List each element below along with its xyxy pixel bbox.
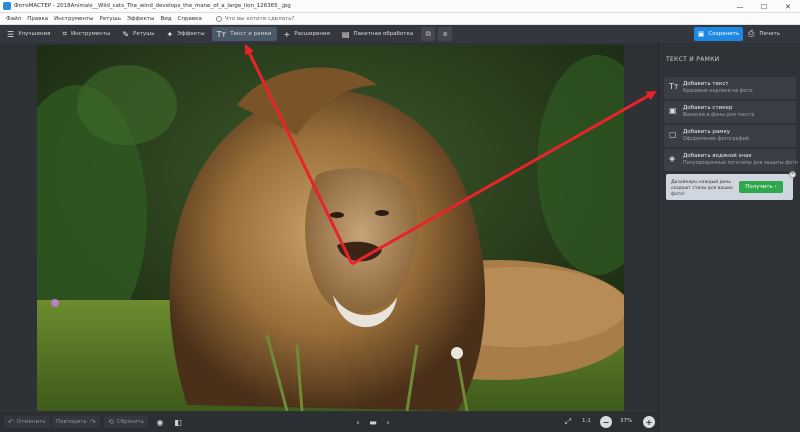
help-search-text: Что вы хотите сделать? bbox=[224, 15, 295, 22]
reset-label: Сбросить bbox=[116, 419, 145, 425]
prev-icon[interactable]: ‹ bbox=[352, 416, 364, 428]
brush-icon: ✎ bbox=[122, 29, 130, 39]
tab-batch[interactable]: ▤ Пакетная обработка bbox=[337, 27, 418, 41]
tab-label: Эффекты bbox=[177, 31, 205, 37]
text-frames-panel: ТЕКСТ И РАМКИ Tт Добавить текст Красивые… bbox=[658, 43, 800, 432]
tab-label: Текст и рамки bbox=[230, 31, 272, 37]
reset-icon: ⟲ bbox=[108, 418, 114, 426]
panel-title: ТЕКСТ И РАМКИ bbox=[666, 56, 720, 63]
next-icon[interactable]: › bbox=[382, 416, 394, 428]
add-text-item[interactable]: Tт Добавить текст Красивые надписи на фо… bbox=[664, 77, 796, 99]
tab-label: Пакетная обработка bbox=[353, 31, 414, 37]
bottom-bar: ↶ Отменить Повторить ↷ ⟲ Сбросить ◉ ◧ ‹ … bbox=[0, 412, 658, 432]
item-title: Добавить рамку bbox=[683, 129, 731, 135]
title-bar: ФотоМАСТЕР - 2018Animals__Wild_cats_The_… bbox=[0, 0, 800, 13]
close-icon[interactable]: × bbox=[789, 171, 796, 178]
tab-extensions[interactable]: + Расширения bbox=[279, 27, 335, 41]
add-sticker-item[interactable]: ▣ Добавить стикер Выноски и фоны для тек… bbox=[664, 101, 796, 123]
sliders-icon: ☰ bbox=[7, 29, 15, 39]
menu-file[interactable]: Файл bbox=[6, 16, 21, 22]
tab-label: Улучшения bbox=[18, 31, 51, 37]
menu-effects[interactable]: Эффекты bbox=[127, 16, 155, 22]
crop-icon: ⌗ bbox=[62, 29, 67, 38]
compare-split-icon[interactable]: ◧ bbox=[172, 416, 184, 428]
zoom-1-1[interactable]: 1:1 bbox=[582, 418, 591, 424]
batch-icon: ▤ bbox=[341, 29, 350, 39]
undo-button[interactable]: ↶ Отменить bbox=[4, 416, 50, 428]
printer-icon: ⎙ bbox=[748, 29, 755, 38]
item-subtitle: Оформление фотографий bbox=[683, 137, 749, 142]
plus-icon: + bbox=[283, 29, 291, 39]
sticker-icon: ▣ bbox=[669, 106, 677, 115]
item-title: Добавить текст bbox=[683, 81, 729, 87]
window-controls: — ☐ ✕ bbox=[728, 0, 800, 13]
menu-view[interactable]: Вид bbox=[160, 16, 171, 22]
compare-icon[interactable]: ⧉ bbox=[421, 27, 436, 41]
folder-icon[interactable]: ▬ bbox=[367, 416, 379, 428]
frame-icon: ▢ bbox=[669, 130, 677, 139]
item-title: Добавить водяной знак bbox=[683, 153, 752, 159]
get-button[interactable]: Получить › bbox=[739, 181, 783, 193]
split-view-icon[interactable]: ⧈ bbox=[438, 27, 453, 41]
tab-retouch[interactable]: ✎ Ретушь bbox=[117, 27, 159, 41]
tab-tools[interactable]: ⌗ Инструменты bbox=[57, 27, 115, 41]
menu-bar: Файл Правка Инструменты Ретушь Эффекты В… bbox=[0, 13, 800, 25]
item-subtitle: Полупрозрачные логотипы для защиты фото bbox=[683, 161, 798, 166]
get-label: Получить bbox=[745, 184, 773, 190]
item-title: Добавить стикер bbox=[683, 105, 733, 111]
menu-edit[interactable]: Правка bbox=[27, 16, 48, 22]
lion-photo[interactable] bbox=[37, 45, 624, 411]
app-logo-icon bbox=[3, 2, 11, 10]
tab-effects[interactable]: ✦ Эффекты bbox=[161, 27, 209, 41]
print-button[interactable]: ⎙ Печать bbox=[748, 27, 780, 41]
menu-retouch[interactable]: Ретушь bbox=[100, 16, 121, 22]
menu-help[interactable]: Справка bbox=[178, 16, 202, 22]
chevron-right-icon: › bbox=[774, 184, 777, 190]
save-label: Сохранить bbox=[708, 31, 740, 37]
add-watermark-item[interactable]: ◈ Добавить водяной знак Полупрозрачные л… bbox=[664, 149, 798, 171]
fit-screen-icon[interactable]: ⤢ bbox=[562, 416, 574, 428]
window-title: ФотоМАСТЕР - 2018Animals__Wild_cats_The_… bbox=[14, 3, 291, 9]
zoom-out-icon[interactable]: − bbox=[600, 416, 612, 428]
item-subtitle: Красивые надписи на фото bbox=[683, 89, 753, 94]
search-icon bbox=[215, 15, 222, 22]
magic-wand-icon: ✦ bbox=[166, 29, 174, 39]
tab-label: Ретушь bbox=[133, 31, 155, 37]
tab-enhancements[interactable]: ☰ Улучшения bbox=[2, 27, 55, 41]
styles-promo: Дизайнеры каждый день создают стили для … bbox=[666, 171, 796, 200]
menu-tools[interactable]: Инструменты bbox=[54, 16, 93, 22]
print-label: Печать bbox=[759, 31, 780, 37]
text-icon: Tт bbox=[216, 29, 227, 39]
watermark-icon: ◈ bbox=[669, 154, 676, 163]
maximize-icon[interactable]: ☐ bbox=[752, 0, 776, 13]
redo-icon: ↷ bbox=[89, 418, 96, 426]
redo-label: Повторить bbox=[56, 419, 87, 425]
eye-icon[interactable]: ◉ bbox=[154, 416, 166, 428]
undo-icon: ↶ bbox=[8, 418, 14, 426]
main-toolbar: ☰ Улучшения ⌗ Инструменты ✎ Ретушь ✦ Эфф… bbox=[0, 25, 800, 43]
reset-button[interactable]: ⟲ Сбросить bbox=[104, 416, 149, 428]
floppy-icon: ▣ bbox=[697, 30, 705, 38]
undo-label: Отменить bbox=[16, 419, 46, 425]
tab-label: Расширения bbox=[294, 31, 330, 37]
tab-text-frames[interactable]: Tт Текст и рамки bbox=[211, 27, 277, 41]
zoom-in-icon[interactable]: + bbox=[643, 416, 655, 428]
save-button[interactable]: ▣ Сохранить bbox=[694, 27, 743, 41]
text-tool-icon: Tт bbox=[669, 82, 679, 91]
zoom-level: 37% bbox=[620, 418, 633, 424]
help-search[interactable]: Что вы хотите сделать? bbox=[215, 15, 295, 22]
promo-text: Дизайнеры каждый день создают стили для … bbox=[671, 180, 733, 197]
lion-photo-image bbox=[37, 45, 624, 411]
item-subtitle: Выноски и фоны для текста bbox=[683, 113, 755, 118]
add-frame-item[interactable]: ▢ Добавить рамку Оформление фотографий bbox=[664, 125, 796, 147]
tab-label: Инструменты bbox=[70, 31, 111, 37]
close-icon[interactable]: ✕ bbox=[776, 0, 800, 13]
minimize-icon[interactable]: — bbox=[728, 0, 752, 13]
redo-button[interactable]: Повторить ↷ bbox=[52, 416, 100, 428]
